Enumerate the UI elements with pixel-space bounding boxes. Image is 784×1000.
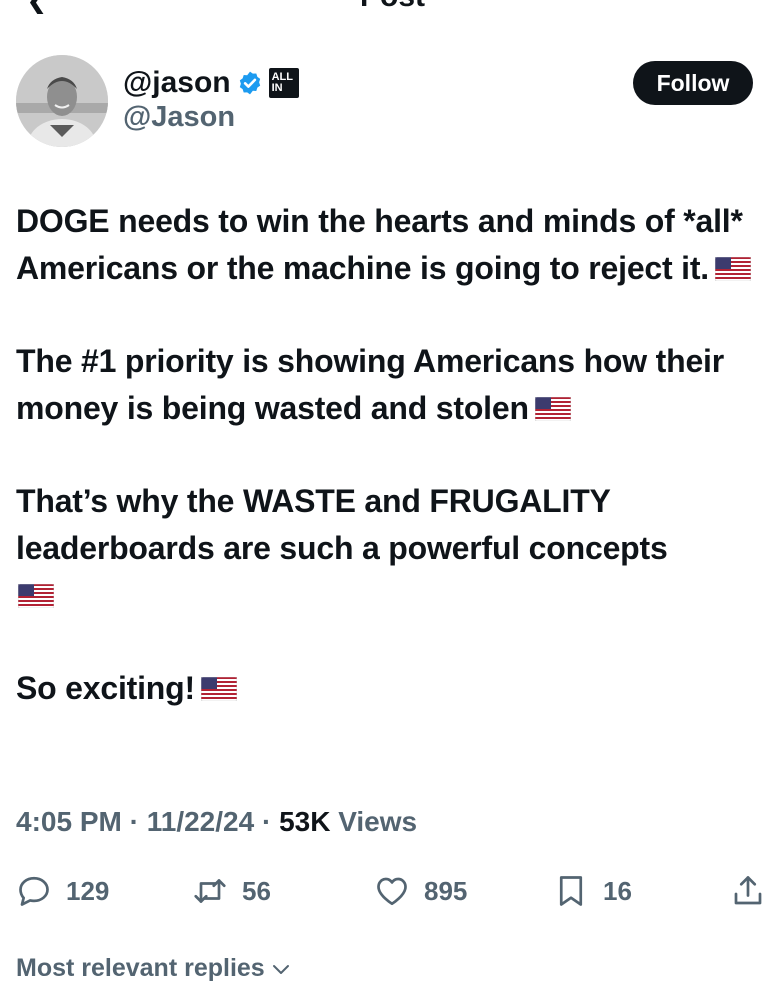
us-flag-icon: [200, 677, 237, 701]
follow-button[interactable]: Follow: [633, 61, 753, 105]
meta-separator: ·: [129, 806, 147, 837]
share-icon: [734, 876, 762, 905]
tweet-date[interactable]: 11/22/24: [147, 806, 254, 837]
bookmark-button[interactable]: 16: [553, 866, 632, 916]
affiliation-badge[interactable]: ALL IN: [268, 68, 299, 98]
repost-count: 56: [242, 875, 271, 906]
author-name-row: @jason ALL IN: [123, 63, 299, 103]
repost-icon: [194, 879, 226, 903]
tweet-paragraph-text: So exciting!: [16, 670, 195, 706]
tweet-paragraph-text: DOGE needs to win the hearts and minds o…: [16, 203, 743, 286]
share-button[interactable]: [730, 866, 766, 916]
bookmark-count: 16: [603, 875, 632, 906]
tweet-paragraph: DOGE needs to win the hearts and minds o…: [16, 198, 768, 292]
author-display-name[interactable]: @jason: [123, 66, 231, 100]
top-bar: ❮ Post: [0, 0, 784, 14]
us-flag-icon: [18, 584, 54, 608]
page-title: Post: [360, 0, 425, 14]
avatar[interactable]: [16, 55, 108, 147]
tweet-body: DOGE needs to win the hearts and minds o…: [16, 198, 768, 758]
reply-icon: [19, 876, 49, 906]
tweet-paragraph: So exciting!: [16, 665, 768, 712]
us-flag-icon: [534, 397, 571, 421]
tweet-paragraph: The #1 priority is showing Americans how…: [16, 338, 768, 432]
replies-sort-label: Most relevant replies: [16, 954, 265, 982]
us-flag-icon: [715, 257, 751, 281]
replies-sort-dropdown[interactable]: Most relevant replies: [16, 954, 293, 983]
tweet-paragraph-text: The #1 priority is showing Americans how…: [16, 343, 724, 426]
heart-icon: [377, 877, 407, 906]
reply-count: 129: [66, 875, 110, 906]
chevron-down-icon: [272, 964, 289, 974]
views-label: Views: [338, 806, 418, 837]
author-handle[interactable]: @Jason: [123, 101, 235, 134]
tweet-time[interactable]: 4:05 PM: [16, 806, 122, 837]
like-button[interactable]: 895: [374, 866, 467, 916]
back-arrow-icon[interactable]: ❮: [26, 0, 49, 14]
action-bar: 129 56 895 16: [0, 866, 784, 916]
reply-button[interactable]: 129: [16, 866, 109, 916]
like-count: 895: [424, 875, 468, 906]
meta-separator: ·: [261, 806, 280, 837]
tweet-paragraph-text: That’s why the WASTE and FRUGALITY leade…: [16, 483, 668, 566]
verified-badge-icon[interactable]: [237, 70, 263, 96]
affiliation-badge-line2: IN: [271, 82, 283, 94]
tweet-meta: 4:05 PM · 11/22/24 · 53K Views: [16, 806, 417, 838]
views-count: 53K: [279, 806, 331, 837]
tweet-paragraph: That’s why the WASTE and FRUGALITY leade…: [16, 478, 768, 619]
bookmark-icon: [559, 876, 583, 906]
repost-button[interactable]: 56: [192, 866, 271, 916]
